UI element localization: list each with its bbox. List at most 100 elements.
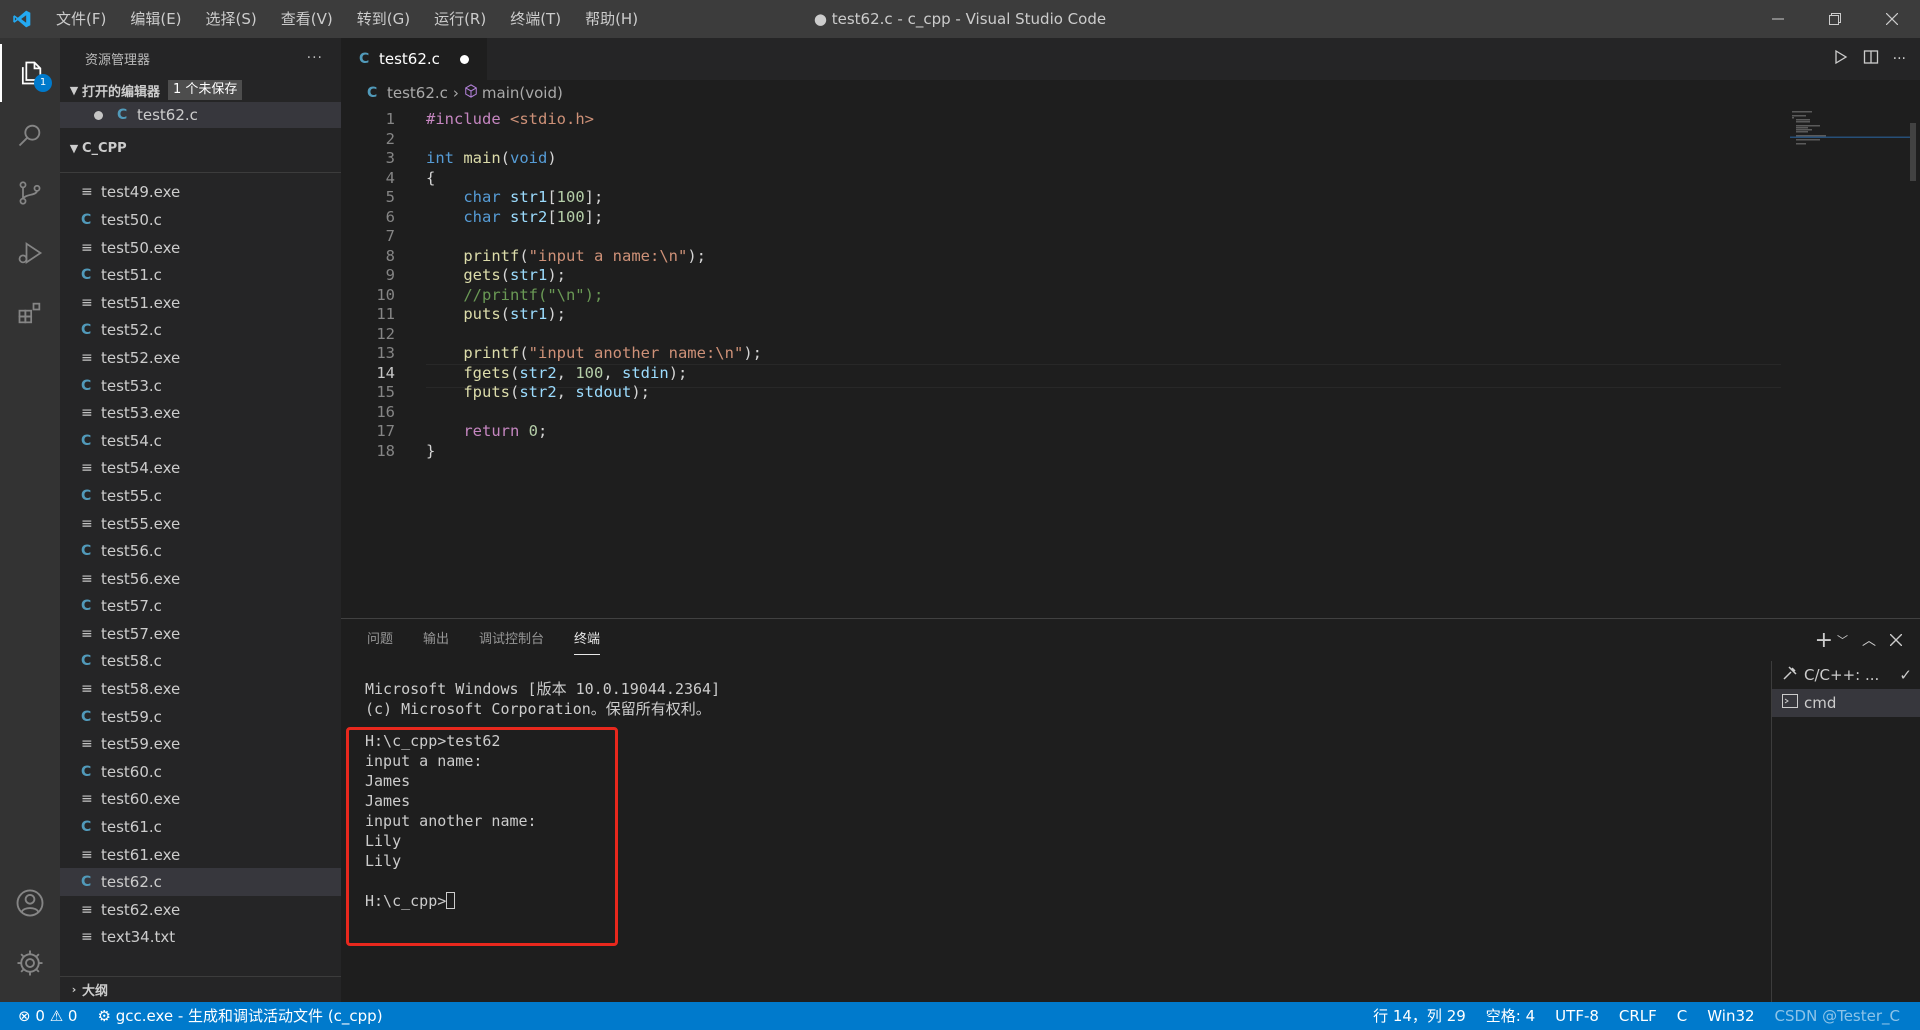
file-item[interactable]: ≡ test53.exe xyxy=(60,399,341,427)
code-line[interactable]: 1 #include <stdio.h> xyxy=(341,110,1781,130)
code-line[interactable]: 15 fputs(str2, stdout); xyxy=(341,383,1781,403)
tab-test62[interactable]: C test62.c xyxy=(341,38,487,80)
code-line[interactable]: 4{ xyxy=(341,169,1781,189)
menu-item-4[interactable]: 转到(G) xyxy=(345,0,422,38)
code-line[interactable]: 13 printf("input another name:\n"); xyxy=(341,344,1781,364)
end-of-line[interactable]: CRLF xyxy=(1609,1002,1667,1030)
file-item[interactable]: ≡ test56.exe xyxy=(60,565,341,593)
file-item[interactable]: ≡ test49.exe xyxy=(60,179,341,207)
panel-tab-2[interactable]: 调试控制台 xyxy=(479,619,544,661)
file-item[interactable]: ≡ test59.exe xyxy=(60,730,341,758)
unsaved-dot-icon[interactable] xyxy=(460,55,469,64)
file-item[interactable]: ≡ test58.exe xyxy=(60,675,341,703)
code-line[interactable]: 11 puts(str1); xyxy=(341,305,1781,325)
exe-file-icon: ≡ xyxy=(81,349,93,366)
source-control-icon[interactable] xyxy=(0,164,60,222)
menu-item-3[interactable]: 查看(V) xyxy=(269,0,345,38)
file-item[interactable]: Ctest49.c xyxy=(60,173,341,179)
file-item[interactable]: ≡ test55.exe xyxy=(60,510,341,538)
explorer-icon[interactable]: 1 xyxy=(0,44,60,102)
panel-tab-0[interactable]: 问题 xyxy=(367,619,393,661)
file-item[interactable]: Ctest59.c xyxy=(60,703,341,731)
code-line[interactable]: 9 gets(str1); xyxy=(341,266,1781,286)
account-icon[interactable] xyxy=(0,874,60,932)
open-editors-header[interactable]: ▼ 打开的编辑器 1 个未保存 xyxy=(60,78,341,102)
problems-status[interactable]: ⊗ 0 ⚠ 0 xyxy=(0,1002,87,1030)
code-line[interactable]: 16 xyxy=(341,403,1781,423)
file-item[interactable]: Ctest54.c xyxy=(60,427,341,455)
terminal-instance[interactable]: C/C++: ... ✓ xyxy=(1772,661,1920,689)
code-line[interactable]: 5 char str1[100]; xyxy=(341,188,1781,208)
menu-item-2[interactable]: 选择(S) xyxy=(194,0,269,38)
encoding[interactable]: UTF-8 xyxy=(1545,1002,1609,1030)
outline-header[interactable]: › 大纲 xyxy=(60,976,341,1002)
more-actions-icon[interactable]: ··· xyxy=(1893,51,1906,67)
code-line[interactable]: 3 int main(void) xyxy=(341,149,1781,169)
file-item[interactable]: Ctest60.c xyxy=(60,758,341,786)
code-line[interactable]: 18} xyxy=(341,442,1781,462)
code-line[interactable]: 17 return 0; xyxy=(341,422,1781,442)
platform[interactable]: Win32 xyxy=(1697,1002,1764,1030)
file-item[interactable]: ≡ test62.exe xyxy=(60,896,341,924)
file-item[interactable]: Ctest52.c xyxy=(60,317,341,345)
code-line[interactable]: 14 fgets(str2, 100, stdin); xyxy=(341,364,1781,384)
open-editor-item[interactable]: C test62.c xyxy=(60,102,341,128)
code-line[interactable]: 8 printf("input a name:\n"); xyxy=(341,247,1781,267)
cursor-position[interactable]: 行 14，列 29 xyxy=(1363,1002,1476,1030)
file-item[interactable]: ≡ test50.exe xyxy=(60,234,341,262)
task-status[interactable]: ⚙ gcc.exe - 生成和调试活动文件 (c_cpp) xyxy=(87,1002,392,1030)
new-terminal-icon[interactable]: + xyxy=(1815,628,1833,653)
menu-item-0[interactable]: 文件(F) xyxy=(44,0,118,38)
folder-header[interactable]: ▼ C_CPP xyxy=(60,136,341,160)
code-editor[interactable]: 1 #include <stdio.h> 2 3 int main(void) 4{5 c… xyxy=(341,106,1920,618)
file-item[interactable]: ≡ test51.exe xyxy=(60,289,341,317)
file-item[interactable]: Ctest57.c xyxy=(60,593,341,621)
code-line[interactable]: 2 xyxy=(341,130,1781,150)
search-icon[interactable] xyxy=(0,106,60,164)
menu-item-6[interactable]: 终端(T) xyxy=(498,0,573,38)
file-item[interactable]: ≡ test60.exe xyxy=(60,786,341,814)
file-item[interactable]: Ctest62.c xyxy=(60,868,341,897)
maximize-panel-icon[interactable]: ︿ xyxy=(1862,630,1876,650)
file-item[interactable]: ≡ test52.exe xyxy=(60,344,341,372)
menu-item-5[interactable]: 运行(R) xyxy=(422,0,498,38)
menu-item-1[interactable]: 编辑(E) xyxy=(118,0,193,38)
language-mode[interactable]: C xyxy=(1667,1002,1697,1030)
file-item[interactable]: Ctest56.c xyxy=(60,537,341,565)
file-item[interactable]: ≡ test54.exe xyxy=(60,455,341,483)
file-item[interactable]: Ctest51.c xyxy=(60,261,341,289)
file-item[interactable]: Ctest58.c xyxy=(60,648,341,676)
close-window-button[interactable] xyxy=(1863,0,1920,38)
restore-button[interactable] xyxy=(1806,0,1863,38)
breadcrumb-file[interactable]: test62.c xyxy=(387,84,448,102)
file-item[interactable]: ≡ text34.txt xyxy=(60,924,341,952)
terminal-instance[interactable]: cmd xyxy=(1772,689,1920,717)
run-icon[interactable] xyxy=(1833,49,1849,69)
file-item[interactable]: Ctest55.c xyxy=(60,482,341,510)
indentation[interactable]: 空格: 4 xyxy=(1476,1002,1545,1030)
file-item[interactable]: Ctest53.c xyxy=(60,372,341,400)
breadcrumb-symbol[interactable]: main(void) xyxy=(482,84,563,102)
unsaved-dot-icon[interactable] xyxy=(94,110,103,120)
file-item[interactable]: ≡ test61.exe xyxy=(60,841,341,869)
minimize-button[interactable] xyxy=(1749,0,1806,38)
minimap[interactable] xyxy=(1790,110,1910,150)
menu-item-7[interactable]: 帮助(H) xyxy=(573,0,650,38)
chevron-down-icon[interactable]: ﹀ xyxy=(1837,632,1848,648)
file-item[interactable]: ≡ test57.exe xyxy=(60,620,341,648)
panel-tab-1[interactable]: 输出 xyxy=(423,619,449,661)
panel-tab-3[interactable]: 终端 xyxy=(574,619,601,661)
split-editor-icon[interactable] xyxy=(1863,49,1879,69)
code-line[interactable]: 10 //printf("\n"); xyxy=(341,286,1781,306)
close-panel-icon[interactable] xyxy=(1889,631,1903,650)
extensions-icon[interactable] xyxy=(0,284,60,342)
editor-scrollbar[interactable] xyxy=(1910,123,1916,181)
code-line[interactable]: 7 xyxy=(341,227,1781,247)
more-actions-icon[interactable]: ··· xyxy=(307,50,323,66)
code-line[interactable]: 6 char str2[100]; xyxy=(341,208,1781,228)
run-debug-icon[interactable] xyxy=(0,224,60,282)
file-item[interactable]: Ctest61.c xyxy=(60,813,341,841)
file-item[interactable]: Ctest50.c xyxy=(60,206,341,234)
settings-gear-icon[interactable] xyxy=(0,934,60,992)
code-line[interactable]: 12 xyxy=(341,325,1781,345)
